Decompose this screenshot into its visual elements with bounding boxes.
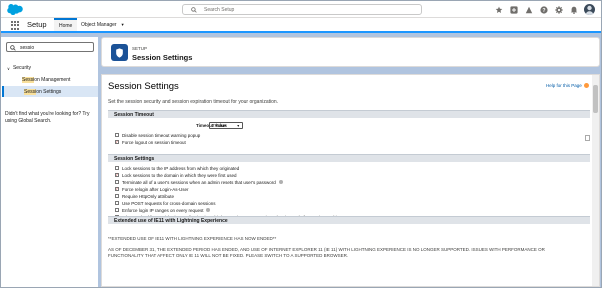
scrollbar-thumb[interactable] [593,85,598,113]
section-header: Extended use of IE11 with Lightning Expe… [108,216,590,224]
option-label: Lock sessions to the domain in which the… [122,172,237,178]
page-header: SETUP Session Settings [101,37,600,67]
search-highlight: Sessi [24,88,37,95]
checkbox[interactable] [115,180,119,184]
sidebar-item-session-management[interactable]: Sessi on Management [2,74,98,85]
page-title: Session Settings [132,53,193,62]
tab-home[interactable]: Home [54,18,78,31]
waffle-icon[interactable] [11,21,20,30]
content-title: Session Settings [108,81,179,92]
option-label: Force logout on session timeout [122,139,186,145]
quick-find-input[interactable]: sessio [6,42,94,52]
option-label: Enforce login IP ranges on every request [122,207,204,213]
trailhead-icon[interactable] [524,5,533,14]
avatar[interactable] [584,4,595,15]
global-search-help-text: Didn't find what you're looking for? Try… [5,111,90,124]
option-disable-timeout-warning[interactable]: Disable session timeout warning popup [115,132,200,138]
tab-home-label: Home [59,22,73,29]
checkbox-checked[interactable]: ✓ [115,187,119,191]
option-lock-ip[interactable]: Lock sessions to the IP address from whi… [115,165,239,171]
chevron-down-icon: ▼ [236,123,240,128]
option-label: Force relogin after Login-As-User [122,186,189,192]
section-ie11: Extended use of IE11 with Lightning Expe… [108,216,590,224]
option-lock-domain[interactable]: ✓ Lock sessions to the domain in which t… [115,172,237,178]
search-icon [191,7,197,13]
gear-icon[interactable] [554,5,563,14]
option-label: Lock sessions to the IP address from whi… [122,165,240,171]
option-label: Use POST requests for cross-domain sessi… [122,200,216,206]
star-icon[interactable] [494,5,503,14]
info-icon[interactable] [278,180,283,184]
checkbox[interactable] [115,208,119,212]
chevron-down-icon: ∨ [7,65,10,71]
option-httponly[interactable]: Require HttpOnly attribute [115,193,174,199]
info-icon[interactable] [206,208,211,212]
search-icon [10,45,16,51]
search-placeholder: Search Setup [204,7,235,13]
timeout-row: Timeout Value 2 hours ▼ [108,122,590,141]
option-post-requests[interactable]: Use POST requests for cross-domain sessi… [115,200,215,206]
checkbox[interactable] [115,133,119,137]
option-label: Require HttpOnly attribute [122,193,175,199]
help-icon[interactable]: ? [539,5,548,14]
app-name: Setup [27,20,47,29]
shield-icon [111,44,128,61]
bell-icon[interactable] [569,5,578,14]
section-session-timeout: Session Timeout Timeout Value 2 hours ▼ … [108,110,590,145]
sidebar-item-label: on Management [34,76,71,83]
context-bar: Setup Home Object Manager ▼ [1,18,601,33]
settings-content: Session Settings Help for this Page Set … [101,74,600,287]
setup-search-input[interactable]: Search Setup [182,4,422,15]
tab-object-manager[interactable]: Object Manager ▼ [76,18,130,31]
option-force-relogin[interactable]: ✓ Force relogin after Login-As-User [115,186,189,192]
add-icon[interactable] [509,5,518,14]
quick-find-value: sessio [20,45,35,51]
sidebar-item-session-settings[interactable]: Sessi on Settings [2,86,98,97]
salesforce-cloud-icon[interactable] [7,4,24,15]
timeout-select[interactable]: 2 hours ▼ [209,122,243,129]
sidebar-item-label: on Settings [36,88,62,95]
vertical-scrollbar[interactable] [592,75,599,286]
option-force-logout[interactable]: ✓ Force logout on session timeout [115,139,186,145]
content-description: Set the session security and session exp… [108,99,279,105]
search-highlight: Sessi [22,76,35,83]
tree-group-security[interactable]: ∨ Security [7,65,31,71]
horizontal-scroll-handle[interactable] [585,135,590,141]
option-terminate-sessions[interactable]: Terminate all of a user's sessions when … [115,179,283,185]
header-icons: ? [494,4,595,15]
section-header: Session Settings [108,154,590,162]
option-label: Terminate all of a user's sessions when … [122,179,276,185]
breadcrumb: SETUP [132,46,148,51]
help-link-label: Help for this Page [546,83,582,88]
section-session-settings: Session Settings Lock sessions to the IP… [108,154,590,220]
help-link[interactable]: Help for this Page [546,83,589,88]
chevron-down-icon[interactable]: ▼ [121,22,125,27]
tab-object-manager-label: Object Manager [81,21,117,28]
main-area: SETUP Session Settings Session Settings … [101,37,600,287]
option-label: Disable session timeout warning popup [122,132,201,138]
section-header: Session Timeout [108,110,590,118]
checkbox[interactable] [115,166,119,170]
svg-text:?: ? [542,7,545,13]
option-enforce-ip-ranges[interactable]: Enforce login IP ranges on every request [115,207,211,213]
help-icon [583,83,589,88]
checkbox-checked[interactable]: ✓ [115,173,119,177]
checkbox[interactable] [115,194,119,198]
global-header: Search Setup ? [1,1,601,18]
setup-tree-sidebar: sessio ∨ Security Sessi on Management Ses… [1,37,98,287]
checkbox-checked[interactable]: ✓ [115,140,119,144]
ie11-notice-body: AS OF DECEMBER 31, THE EXTENDED PERIOD H… [108,247,545,258]
ie11-notice-heading: **EXTENDED USE OF IE11 WITH LIGHTNING EX… [108,236,277,241]
tree-group-label: Security [12,65,31,71]
timeout-select-value: 2 hours [212,123,228,128]
checkbox[interactable] [115,201,119,205]
